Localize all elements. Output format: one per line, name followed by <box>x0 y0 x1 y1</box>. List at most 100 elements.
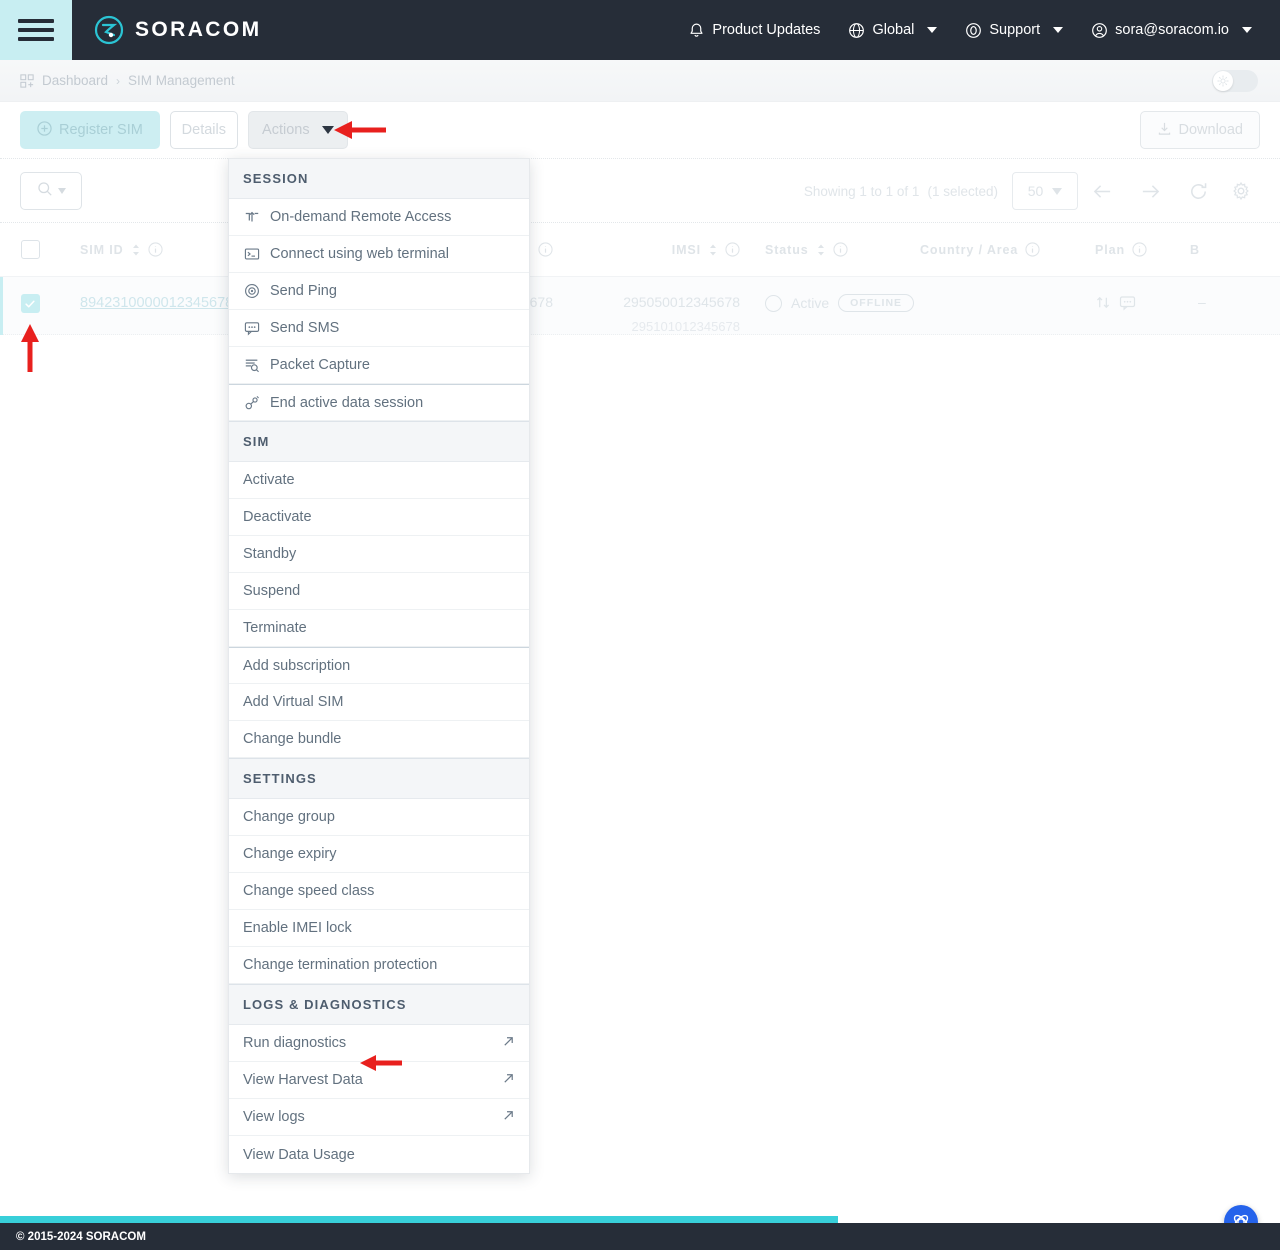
menu-item-change-expiry[interactable]: Change expiry <box>229 836 529 873</box>
globe-icon <box>848 22 865 39</box>
sim-id-link[interactable]: 8942310000012345678 <box>80 295 233 311</box>
column-header-country[interactable]: Country / Area <box>920 242 1095 257</box>
pagination-controls: Showing 1 to 1 of 1(1 selected) 50 <box>804 172 1260 210</box>
theme-toggle[interactable] <box>1212 70 1258 92</box>
nav-product-updates[interactable]: Product Updates <box>674 14 834 47</box>
menu-item-view-logs[interactable]: View logs <box>229 1099 529 1136</box>
menu-item-add-virtual-sim[interactable]: Add Virtual SIM <box>229 684 529 721</box>
refresh-button[interactable] <box>1174 172 1222 210</box>
dashboard-grid-icon <box>20 74 34 88</box>
table-row[interactable]: 8942310000012345678 8942310000012345678 … <box>0 277 1280 335</box>
nav-product-updates-label: Product Updates <box>712 22 820 38</box>
info-icon[interactable] <box>833 242 848 257</box>
menu-item-label: Terminate <box>243 620 515 636</box>
status-badge: OFFLINE <box>838 294 914 312</box>
menu-item-standby[interactable]: Standby <box>229 536 529 573</box>
search-input[interactable] <box>20 172 82 210</box>
sort-icon[interactable] <box>816 243 826 257</box>
column-header-status[interactable]: Status <box>740 242 920 257</box>
column-header-imsi[interactable]: IMSI <box>575 242 740 257</box>
menu-item-on-demand-remote-access[interactable]: On-demand Remote Access <box>229 199 529 236</box>
page-size-select[interactable]: 50 <box>1012 172 1078 210</box>
data-transfer-icon[interactable] <box>1095 294 1112 314</box>
breadcrumb-bar: Dashboard › SIM Management <box>0 60 1280 102</box>
menu-item-label: Change bundle <box>243 731 515 747</box>
menu-item-suspend[interactable]: Suspend <box>229 573 529 610</box>
nav-global[interactable]: Global <box>834 14 951 47</box>
pagination-summary: Showing 1 to 1 of 1(1 selected) <box>804 184 998 199</box>
menu-item-label: Add subscription <box>243 658 515 674</box>
sort-icon[interactable] <box>708 243 718 257</box>
menu-item-enable-imei-lock[interactable]: Enable IMEI lock <box>229 910 529 947</box>
menu-section-settings: SETTINGS <box>229 758 529 799</box>
row-checkbox[interactable] <box>21 294 40 313</box>
chevron-down-icon <box>58 188 66 194</box>
info-icon[interactable] <box>1025 242 1040 257</box>
info-icon[interactable] <box>148 242 163 257</box>
column-header-b[interactable]: B <box>1190 243 1250 257</box>
next-page-button[interactable] <box>1126 172 1174 210</box>
menu-item-label: Suspend <box>243 583 515 599</box>
prev-page-button[interactable] <box>1078 172 1126 210</box>
menu-item-terminate[interactable]: Terminate <box>229 610 529 647</box>
hamburger-bars <box>18 14 54 46</box>
menu-item-deactivate[interactable]: Deactivate <box>229 499 529 536</box>
menu-item-label: Change expiry <box>243 846 515 862</box>
menu-item-end-active-data-session[interactable]: End active data session <box>229 384 529 421</box>
packet-capture-icon <box>243 357 260 373</box>
menu-item-change-speed-class[interactable]: Change speed class <box>229 873 529 910</box>
table-settings-button[interactable] <box>1222 172 1260 210</box>
sms-icon <box>243 320 260 336</box>
menu-item-label: Send SMS <box>270 320 515 336</box>
sun-icon <box>1213 71 1233 91</box>
ping-icon <box>243 283 260 299</box>
select-all-checkbox[interactable] <box>21 240 40 259</box>
menu-item-label: Run diagnostics <box>243 1035 492 1051</box>
menu-item-activate[interactable]: Activate <box>229 462 529 499</box>
register-sim-button[interactable]: Register SIM <box>20 111 160 149</box>
menu-item-send-ping[interactable]: Send Ping <box>229 273 529 310</box>
action-toolbar: Register SIM Details Actions Download <box>0 102 1280 158</box>
info-icon[interactable] <box>1132 242 1147 257</box>
row-selection-accent <box>0 277 3 335</box>
menu-item-packet-capture[interactable]: Packet Capture <box>229 347 529 384</box>
external-link-icon <box>502 1072 515 1089</box>
sort-icon[interactable] <box>131 243 141 257</box>
breadcrumb-separator: › <box>116 74 120 88</box>
cell-status: Active OFFLINE <box>740 294 920 312</box>
brand-logo-group[interactable]: SORACOM <box>94 15 261 45</box>
broken-link-icon <box>243 395 260 411</box>
user-circle-icon <box>1091 22 1108 39</box>
bell-icon <box>688 22 705 39</box>
imsi-secondary: 295101012345678 <box>575 319 740 334</box>
nav-user-account[interactable]: sora@soracom.io <box>1077 14 1266 47</box>
external-link-icon <box>502 1035 515 1052</box>
column-label: Status <box>765 243 809 257</box>
row-action-icons <box>1095 294 1190 314</box>
download-button[interactable]: Download <box>1140 111 1261 149</box>
breadcrumb-root[interactable]: Dashboard <box>42 73 108 88</box>
nav-support[interactable]: Support <box>951 14 1077 47</box>
info-icon[interactable] <box>725 242 740 257</box>
menu-item-add-subscription[interactable]: Add subscription <box>229 647 529 684</box>
page-size-value: 50 <box>1028 183 1044 199</box>
sms-bubble-icon[interactable] <box>1119 294 1136 314</box>
menu-item-label: Add Virtual SIM <box>243 694 515 710</box>
menu-item-change-group[interactable]: Change group <box>229 799 529 836</box>
menu-item-label: Connect using web terminal <box>270 246 515 262</box>
column-header-plan[interactable]: Plan <box>1095 242 1190 257</box>
hamburger-menu-icon[interactable] <box>0 0 72 60</box>
menu-item-send-sms[interactable]: Send SMS <box>229 310 529 347</box>
menu-section-session: SESSION <box>229 159 529 199</box>
menu-item-change-bundle[interactable]: Change bundle <box>229 721 529 758</box>
menu-item-view-data-usage[interactable]: View Data Usage <box>229 1136 529 1173</box>
column-label: Country / Area <box>920 243 1018 257</box>
nav-user-email: sora@soracom.io <box>1115 22 1229 38</box>
menu-item-connect-using-web-terminal[interactable]: Connect using web terminal <box>229 236 529 273</box>
brand-name: SORACOM <box>135 18 261 42</box>
menu-item-change-termination-protection[interactable]: Change termination protection <box>229 947 529 984</box>
info-icon[interactable] <box>538 242 553 257</box>
chevron-down-icon <box>1242 27 1252 33</box>
details-button[interactable]: Details <box>170 111 238 149</box>
nav-global-label: Global <box>872 22 914 38</box>
